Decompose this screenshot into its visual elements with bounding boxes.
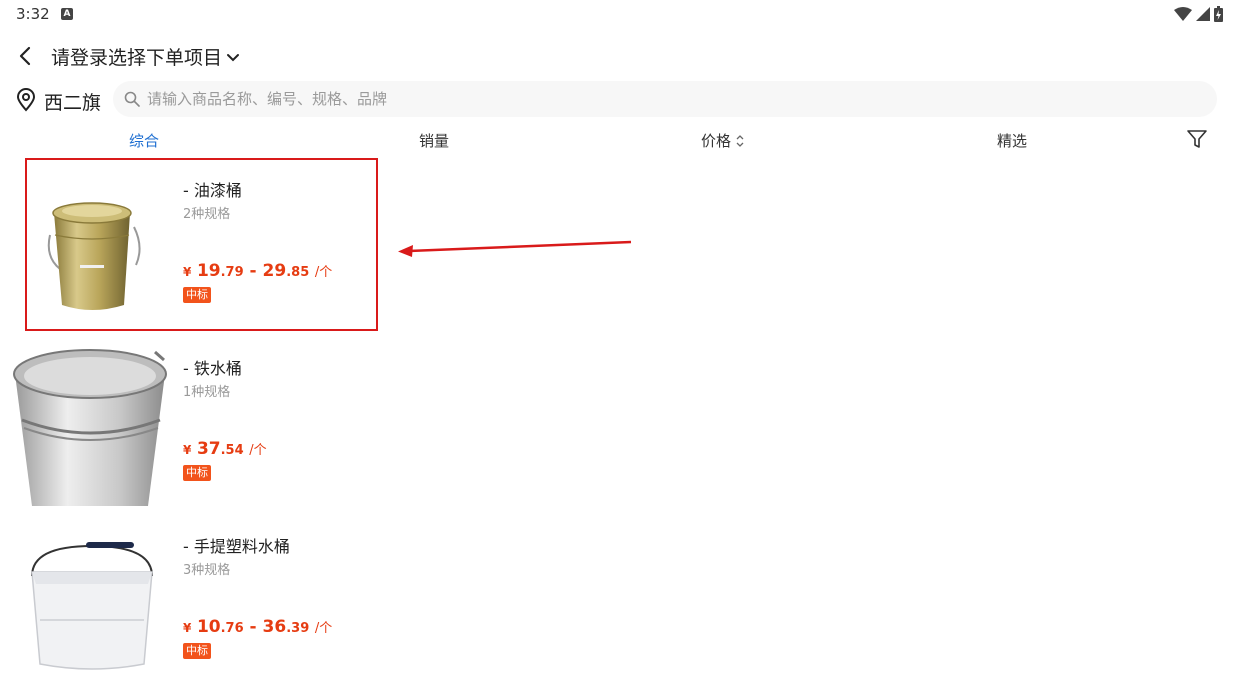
tab-price[interactable]: 价格 xyxy=(701,130,745,151)
page-title: 请登录选择下单项目 xyxy=(51,47,223,69)
app-header: 请登录选择下单项目 xyxy=(0,36,1237,76)
product-item[interactable]: - 手提塑料水桶 3种规格 ¥ 10.76 - 36.39 /个 中标 xyxy=(0,518,1237,693)
battery-icon xyxy=(1214,6,1223,22)
notification-icon: A xyxy=(61,8,73,20)
product-item[interactable]: - 油漆桶 2种规格 ¥ 19.79 - 29.85 /个 中标 xyxy=(0,162,1237,337)
chevron-down-icon xyxy=(227,53,240,61)
product-name: - 油漆桶 xyxy=(183,181,242,200)
tab-label: 精选 xyxy=(997,132,1028,150)
location-name[interactable]: 西二旗 xyxy=(44,88,101,115)
product-spec-count: 3种规格 xyxy=(183,563,231,578)
product-price: ¥ 19.79 - 29.85 /个 xyxy=(183,261,333,281)
tab-featured[interactable]: 精选 xyxy=(997,130,1027,151)
search-icon xyxy=(124,91,140,107)
project-selector[interactable]: 请登录选择下单项目 xyxy=(51,43,240,70)
tab-sales[interactable]: 销量 xyxy=(419,130,449,151)
tab-label: 综合 xyxy=(129,132,160,150)
signal-icon xyxy=(1196,7,1210,21)
winning-bid-badge: 中标 xyxy=(183,287,211,303)
location-pin-icon xyxy=(16,88,36,112)
status-time: 3:32 xyxy=(16,5,50,23)
product-name: - 手提塑料水桶 xyxy=(183,537,290,556)
product-item[interactable]: - 铁水桶 1种规格 ¥ 37.54 /个 中标 xyxy=(0,340,1237,515)
tab-comprehensive[interactable]: 综合 xyxy=(129,130,159,151)
search-bar[interactable] xyxy=(113,81,1217,117)
wifi-icon xyxy=(1174,7,1192,21)
sort-arrows-icon xyxy=(736,134,744,147)
status-bar: 3:32 A xyxy=(0,0,1237,28)
product-spec-count: 1种规格 xyxy=(183,385,231,400)
product-price: ¥ 37.54 /个 xyxy=(183,439,267,459)
location-search-row: 西二旗 xyxy=(0,80,1237,118)
product-spec-count: 2种规格 xyxy=(183,207,231,222)
product-price: ¥ 10.76 - 36.39 /个 xyxy=(183,617,333,637)
iron-bucket-image xyxy=(13,349,167,506)
product-name: - 铁水桶 xyxy=(183,359,242,378)
status-icons xyxy=(1174,5,1223,23)
winning-bid-badge: 中标 xyxy=(183,643,211,659)
filter-icon[interactable] xyxy=(1186,128,1208,150)
tab-label: 销量 xyxy=(419,132,450,150)
tab-label: 价格 xyxy=(701,132,732,150)
plastic-bucket-image xyxy=(31,542,153,670)
back-arrow-icon[interactable] xyxy=(14,44,38,68)
sort-tabs: 综合 销量 价格 精选 xyxy=(0,124,1237,158)
paint-bucket-image xyxy=(47,202,141,310)
winning-bid-badge: 中标 xyxy=(183,465,211,481)
search-input[interactable] xyxy=(147,81,1197,117)
